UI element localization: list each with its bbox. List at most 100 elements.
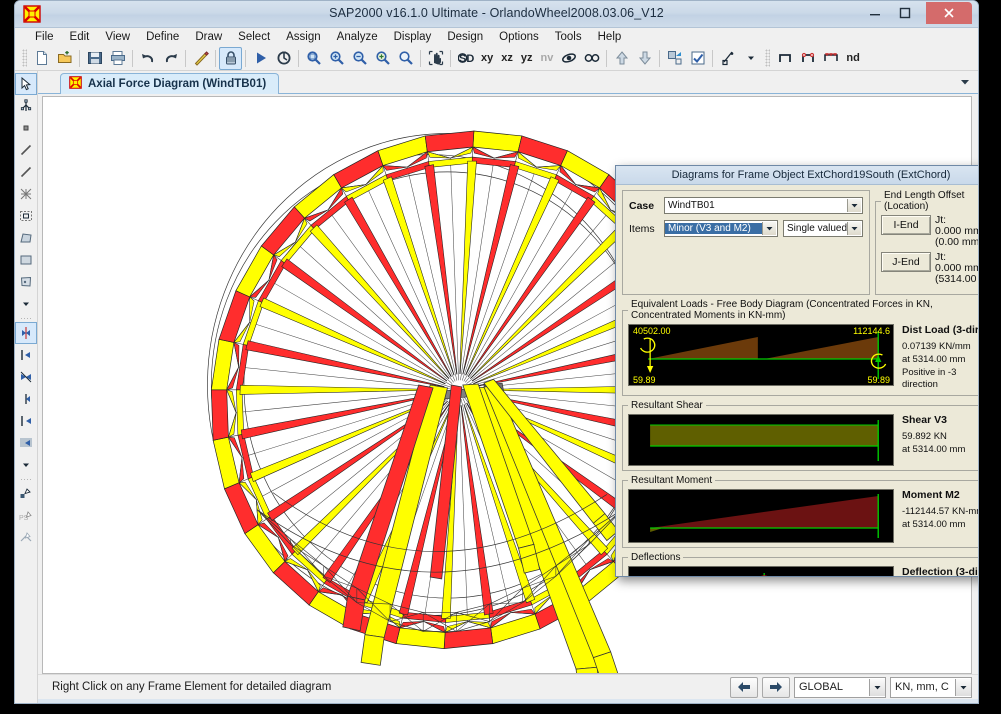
select-pointer-tool[interactable] (15, 73, 37, 95)
toolbar-grip[interactable] (22, 49, 27, 67)
minimize-button[interactable] (860, 2, 890, 24)
maximize-button[interactable] (890, 2, 920, 24)
view-button-yz[interactable]: yz (517, 52, 537, 64)
menu-assign[interactable]: Assign (278, 30, 329, 44)
toolbar-separator (450, 49, 451, 67)
zoom-in-one-step-icon[interactable] (325, 47, 348, 70)
undo-icon[interactable] (136, 47, 159, 70)
menu-tools[interactable]: Tools (547, 30, 590, 44)
menu-options[interactable]: Options (491, 30, 547, 44)
view-button-xy[interactable]: xy (477, 52, 497, 64)
save-icon[interactable] (83, 47, 106, 70)
move-up-in-list-icon[interactable] (610, 47, 633, 70)
snap-to-perpendicular-tool[interactable] (15, 527, 37, 549)
snap-to-point-tool[interactable] (15, 483, 37, 505)
equiv-label-bottom-right: 59.89 (867, 375, 890, 385)
menu-view[interactable]: View (97, 30, 138, 44)
items-label: Items (629, 222, 655, 235)
case-dropdown[interactable]: WindTB01 (664, 197, 863, 214)
dialog-title: Diagrams for Frame Object ExtChord19Sout… (616, 166, 978, 185)
set-2d-view-icon[interactable] (663, 47, 686, 70)
menu-edit[interactable]: Edit (62, 30, 98, 44)
dist-load-info: Dist Load (3-dir) 0.07139 KN/mm at 5314.… (900, 324, 978, 391)
assign-frame-loads-icon[interactable] (819, 47, 842, 70)
select-intersecting-line-tool[interactable] (15, 344, 37, 366)
i-end-button[interactable]: I-End (881, 215, 931, 235)
menu-help[interactable]: Help (590, 30, 630, 44)
draw-rectangular-area-tool[interactable] (15, 249, 37, 271)
menu-draw[interactable]: Draw (187, 30, 230, 44)
valued-dropdown[interactable]: Single valued (783, 220, 863, 237)
coordinate-system-dropdown[interactable]: GLOBAL (794, 676, 886, 698)
draw-poly-area-tool[interactable] (15, 227, 37, 249)
arrow-left-icon[interactable] (730, 676, 758, 698)
close-button[interactable] (926, 2, 972, 24)
resultant-moment-group: Resultant Moment Moment M2 -112144.57 KN… (622, 475, 979, 548)
view-button-nv[interactable]: nv (537, 52, 558, 64)
zoom-out-one-step-icon[interactable] (348, 47, 371, 70)
new-file-icon[interactable] (30, 47, 53, 70)
move-down-in-list-icon[interactable] (633, 47, 656, 70)
snap-options-dropdown[interactable] (15, 454, 37, 476)
units-dropdown[interactable]: KN, mm, C (890, 676, 972, 698)
arrow-right-icon[interactable] (762, 676, 790, 698)
moment-line1: -112144.57 KN-mm (902, 506, 979, 517)
toolbar-truncated-label: nd (846, 52, 860, 64)
quick-draw-frame-tool[interactable] (15, 161, 37, 183)
perspective-toggle-icon[interactable] (580, 47, 603, 70)
zoom-rubber-band-icon[interactable] (302, 47, 325, 70)
assign-joint-restraint-icon[interactable] (773, 47, 796, 70)
toolbar-grip-2[interactable] (765, 49, 771, 67)
reshape-element-tool[interactable] (15, 95, 37, 117)
menu-display[interactable]: Display (386, 30, 440, 44)
moment-diagram[interactable] (628, 489, 894, 543)
toolbar-separator (79, 49, 80, 67)
draw-section-cut-tool[interactable] (15, 293, 37, 315)
deselect-all-tool[interactable] (15, 366, 37, 388)
select-by-window-tool[interactable] (15, 432, 37, 454)
dialog-body: Case WindTB01 Items Minor (V3 and M2) Si… (616, 185, 979, 576)
j-end-button[interactable]: J-End (881, 252, 931, 272)
set-display-options-icon[interactable]: SD (454, 47, 477, 70)
zoom-full-icon[interactable] (394, 47, 417, 70)
shear-diagram[interactable] (628, 414, 894, 466)
tab-axial-force-diagram[interactable]: Axial Force Diagram (WindTB01) (60, 73, 280, 94)
zoom-previous-icon[interactable] (371, 47, 394, 70)
quick-draw-braces-tool[interactable] (15, 183, 37, 205)
items-dropdown[interactable]: Minor (V3 and M2) (664, 220, 778, 237)
refresh-window-icon[interactable] (189, 47, 212, 70)
print-icon[interactable] (106, 47, 129, 70)
menu-design[interactable]: Design (439, 30, 491, 44)
assign-frame-releases-icon[interactable] (796, 47, 819, 70)
status-message: Right Click on any Frame Element for det… (52, 681, 332, 693)
view-button-xz[interactable]: xz (497, 52, 517, 64)
chevron-down-icon[interactable] (739, 47, 762, 70)
draw-point-object-tool[interactable] (15, 117, 37, 139)
menu-select[interactable]: Select (230, 30, 278, 44)
select-all-tool[interactable] (15, 410, 37, 432)
menu-analyze[interactable]: Analyze (329, 30, 386, 44)
chevron-down-icon (762, 222, 776, 235)
select-previous-tool[interactable] (15, 388, 37, 410)
draw-frame-cable-tool[interactable] (15, 139, 37, 161)
equivalent-loads-diagram[interactable]: 40502.00 112144.6 59.89 59.89 (628, 324, 894, 386)
object-shrink-toggle-icon[interactable] (716, 47, 739, 70)
run-bridge-icon[interactable] (272, 47, 295, 70)
redo-icon[interactable] (159, 47, 182, 70)
quick-draw-area-tool[interactable] (15, 205, 37, 227)
draw-quad-area-tool[interactable] (15, 271, 37, 293)
case-row: Case WindTB01 (629, 197, 863, 214)
pan-icon[interactable] (424, 47, 447, 70)
rotate-3d-view-icon[interactable] (557, 47, 580, 70)
menu-define[interactable]: Define (138, 30, 187, 44)
set-select-mode-tool[interactable] (15, 322, 37, 344)
snap-to-line-end-tool[interactable]: PS (15, 505, 37, 527)
i-end-location: (0.00 mm) (935, 236, 979, 248)
chevron-down-icon[interactable] (958, 75, 972, 89)
run-analysis-icon[interactable] (249, 47, 272, 70)
menu-file[interactable]: File (27, 30, 62, 44)
open-file-icon[interactable] (53, 47, 76, 70)
show-undeformed-shape-icon[interactable] (686, 47, 709, 70)
deflection-diagram[interactable] (628, 566, 894, 576)
lock-model-icon[interactable] (219, 46, 242, 70)
